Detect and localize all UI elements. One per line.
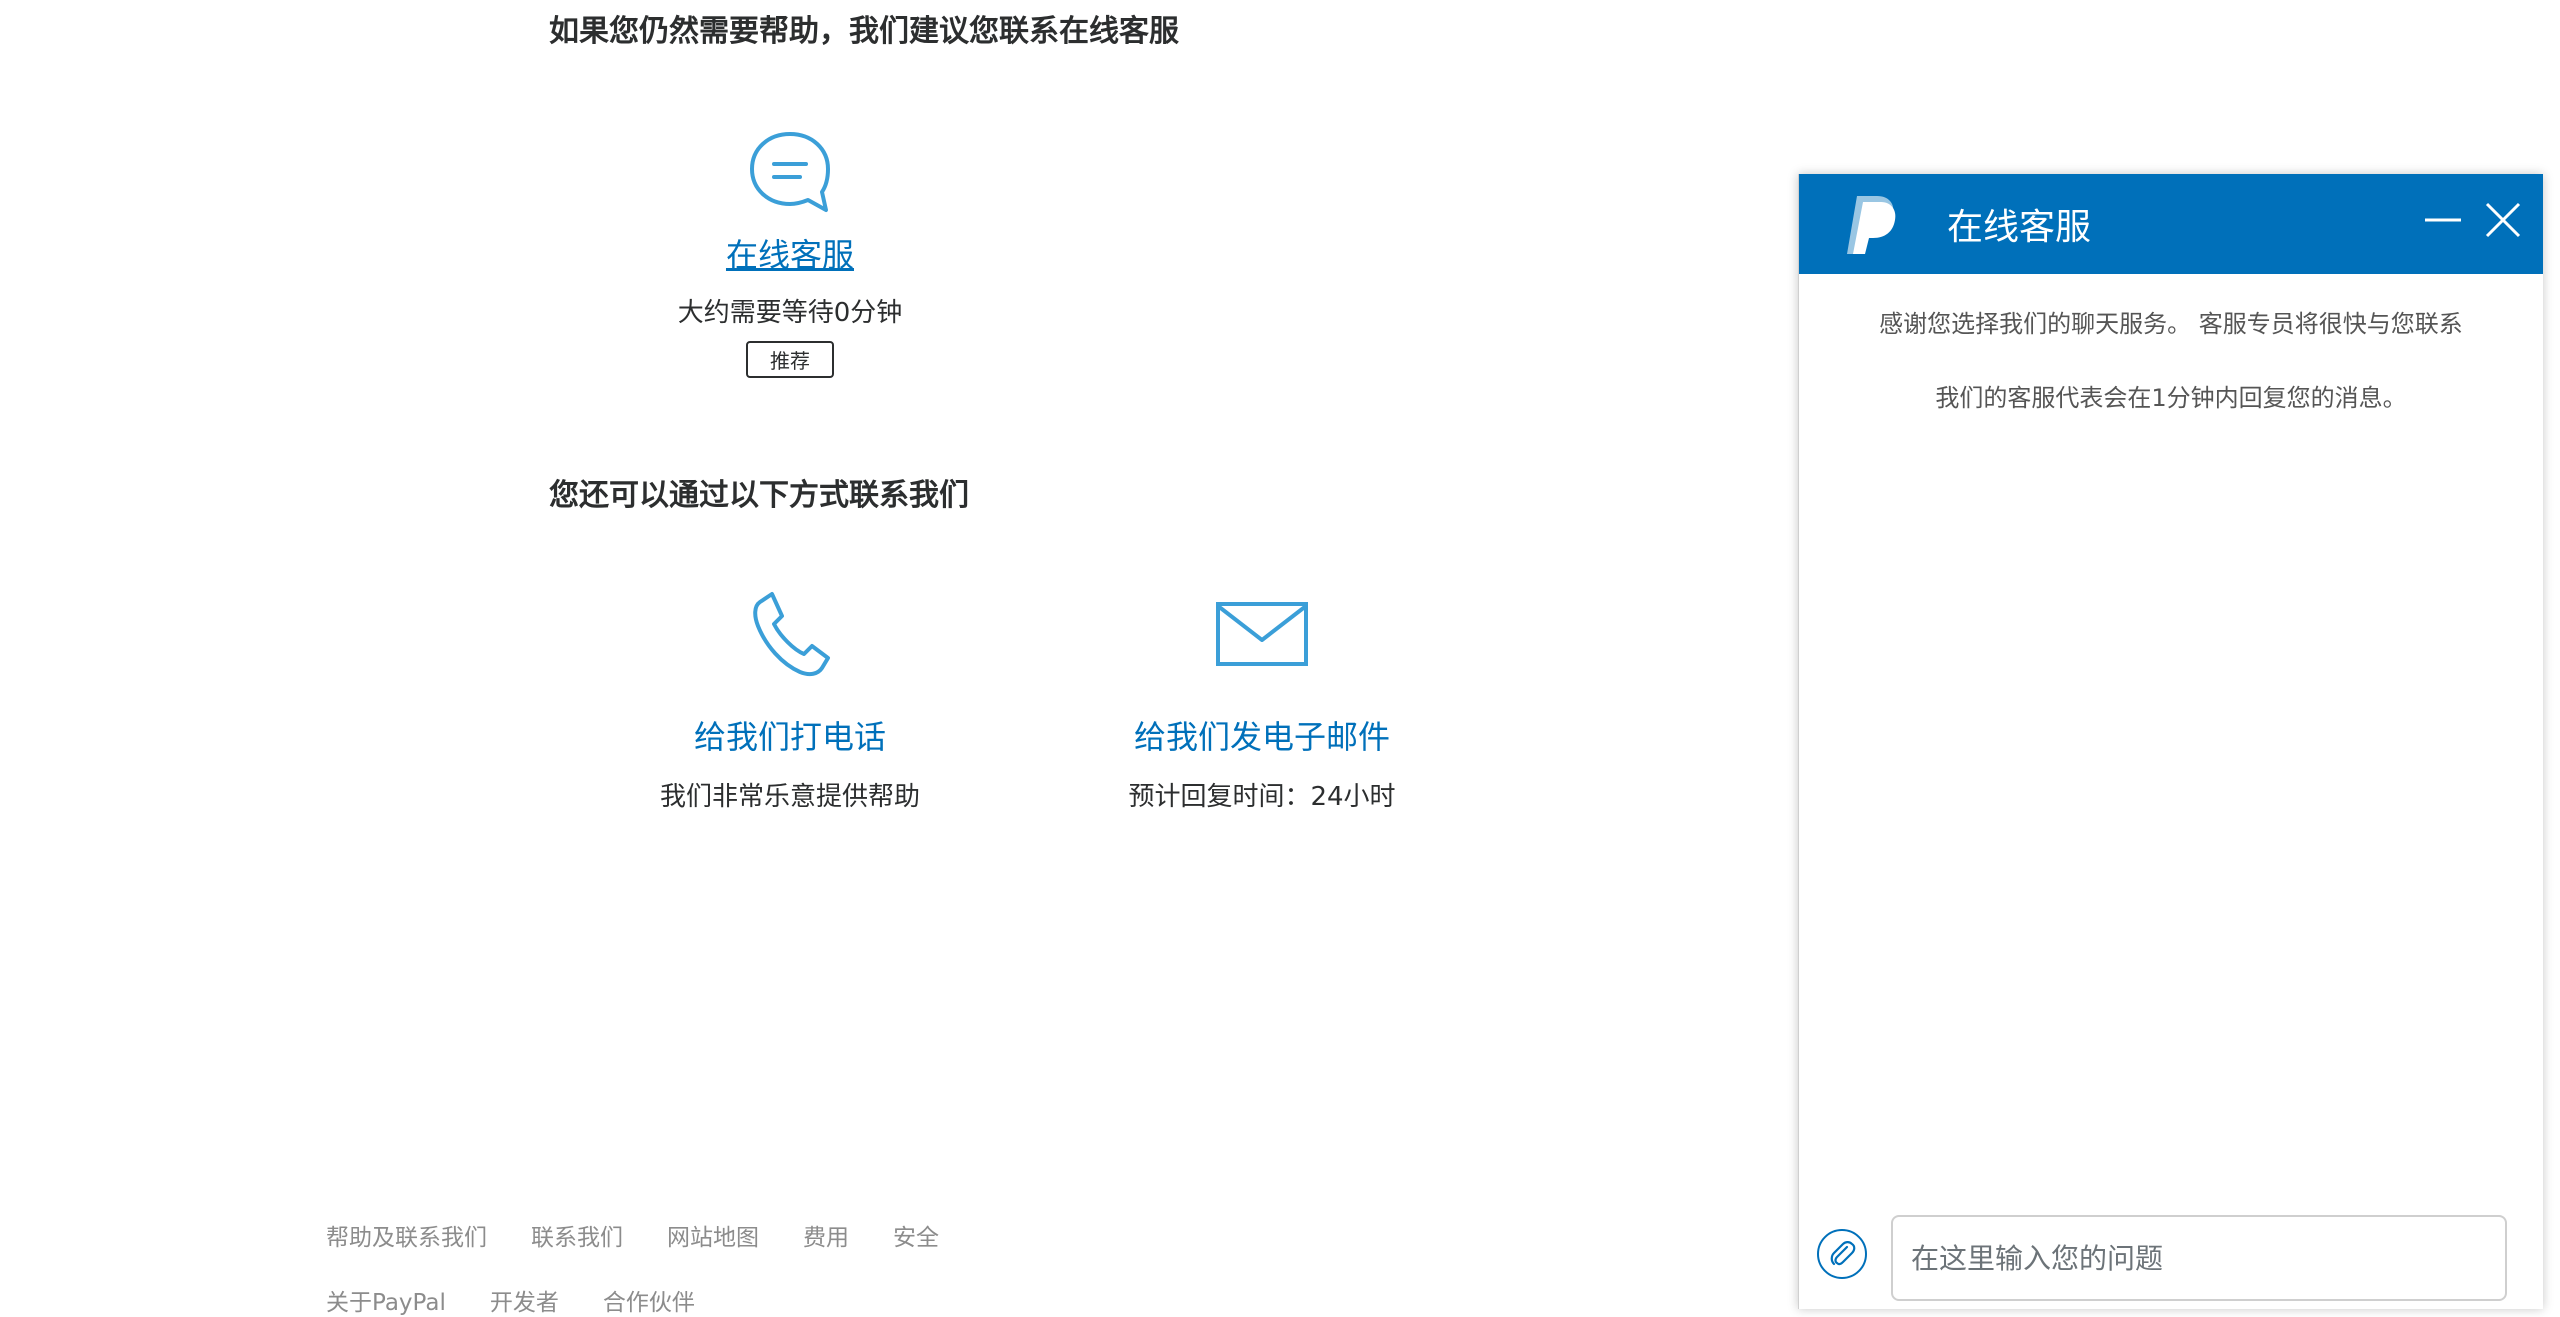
- footer-link-about-paypal[interactable]: 关于PayPal: [326, 1283, 446, 1317]
- footer-link-contact-us[interactable]: 联系我们: [531, 1218, 623, 1252]
- envelope-icon: [1216, 602, 1308, 666]
- chat-message-input[interactable]: [1891, 1215, 2507, 1301]
- paperclip-icon: [1830, 1241, 1856, 1266]
- live-chat-link[interactable]: 在线客服: [726, 230, 854, 276]
- footer-links-row-2: 关于PayPal 开发者 合作伙伴: [326, 1283, 695, 1317]
- chat-system-message: 我们的客服代表会在1分钟内回复您的消息。: [1935, 384, 2407, 412]
- chat-header: 在线客服: [1799, 174, 2543, 274]
- footer-link-sitemap[interactable]: 网站地图: [667, 1218, 759, 1252]
- heading-live-chat-recommendation: 如果您仍然需要帮助，我们建议您联系在线客服: [549, 14, 1179, 49]
- call-us-subtitle: 我们非常乐意提供帮助: [659, 782, 920, 812]
- footer-link-security[interactable]: 安全: [893, 1218, 939, 1252]
- paypal-logo-icon: [1847, 196, 1896, 254]
- minimize-icon[interactable]: [2419, 196, 2467, 244]
- chat-bubble-icon: [750, 132, 830, 212]
- footer-link-help-contact[interactable]: 帮助及联系我们: [326, 1218, 487, 1252]
- recommended-badge: 推荐: [746, 341, 834, 378]
- chat-window: 在线客服 感谢您选择我们的聊天服务。 客服专员将很快与您联系 我们的客服代表会在…: [1798, 174, 2543, 1309]
- live-chat-option[interactable]: 在线客服 大约需要等待0分钟 推荐: [640, 124, 940, 378]
- footer-link-developers[interactable]: 开发者: [490, 1283, 559, 1317]
- call-us-title[interactable]: 给我们打电话: [694, 712, 886, 758]
- email-us-option[interactable]: 给我们发电子邮件 预计回复时间：24小时: [1092, 586, 1432, 813]
- call-us-option[interactable]: 给我们打电话 我们非常乐意提供帮助: [610, 586, 970, 813]
- chat-system-message: 感谢您选择我们的聊天服务。 客服专员将很快与您联系: [1879, 310, 2463, 338]
- heading-other-contact-methods: 您还可以通过以下方式联系我们: [549, 478, 969, 513]
- chat-title: 在线客服: [1947, 207, 2092, 248]
- close-icon[interactable]: [2479, 196, 2527, 244]
- phone-icon: [753, 592, 830, 677]
- email-us-title[interactable]: 给我们发电子邮件: [1134, 712, 1390, 758]
- attach-file-button[interactable]: [1817, 1229, 1867, 1279]
- wait-time-text: 大约需要等待0分钟: [677, 298, 903, 328]
- footer-link-fees[interactable]: 费用: [803, 1218, 849, 1252]
- contact-page: 如果您仍然需要帮助，我们建议您联系在线客服 在线客服 大约需要等待0分钟 推荐 …: [0, 0, 2560, 1316]
- footer-link-partners[interactable]: 合作伙伴: [603, 1283, 695, 1317]
- footer-links-row-1: 帮助及联系我们 联系我们 网站地图 费用 安全: [326, 1218, 939, 1252]
- email-us-subtitle: 预计回复时间：24小时: [1128, 782, 1396, 812]
